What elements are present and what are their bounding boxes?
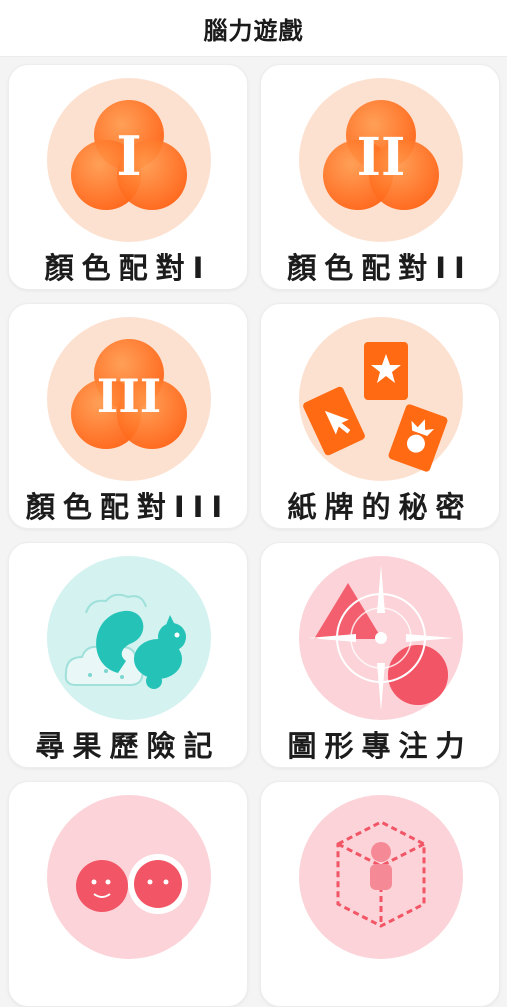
game-card-shape-focus[interactable]: 圖形專注力 xyxy=(260,542,500,768)
game-card-faces[interactable] xyxy=(8,781,248,1007)
game-card-color-match-3[interactable]: III 顏色配對III xyxy=(8,303,248,529)
shapes-target-icon xyxy=(299,556,463,720)
svg-text:I: I xyxy=(116,124,141,188)
game-label: 圖形專注力 xyxy=(287,729,473,763)
game-label: 顏色配對I xyxy=(44,251,212,285)
game-label: 紙牌的秘密 xyxy=(287,490,473,524)
svg-text:III: III xyxy=(97,369,162,423)
cube-figure-icon xyxy=(299,795,463,959)
game-card-fruit-adventure[interactable]: 尋果歷險記 xyxy=(8,542,248,768)
game-label: 顏色配對II xyxy=(287,251,473,285)
game-card-color-match-2[interactable]: II 顏色配對II xyxy=(260,64,500,290)
game-grid: I 顏色配對I II 顏色配對II III 顏色配對III 紙牌的秘密 尋果歷險… xyxy=(0,56,507,1007)
game-card-card-secret[interactable]: 紙牌的秘密 xyxy=(260,303,500,529)
color-circles-icon: III xyxy=(47,317,211,481)
color-circles-icon: I xyxy=(47,78,211,242)
game-card-cube[interactable] xyxy=(260,781,500,1007)
color-circles-icon: II xyxy=(299,78,463,242)
game-label: 顏色配對III xyxy=(25,490,231,524)
page-title: 腦力遊戲 xyxy=(203,16,304,45)
faces-magnifier-icon xyxy=(47,795,211,959)
game-label: 尋果歷險記 xyxy=(35,729,221,763)
svg-text:II: II xyxy=(357,127,406,188)
game-card-color-match-1[interactable]: I 顏色配對I xyxy=(8,64,248,290)
squirrel-icon xyxy=(47,556,211,720)
app-header: 腦力遊戲 xyxy=(0,0,507,57)
playing-cards-icon xyxy=(299,317,463,481)
